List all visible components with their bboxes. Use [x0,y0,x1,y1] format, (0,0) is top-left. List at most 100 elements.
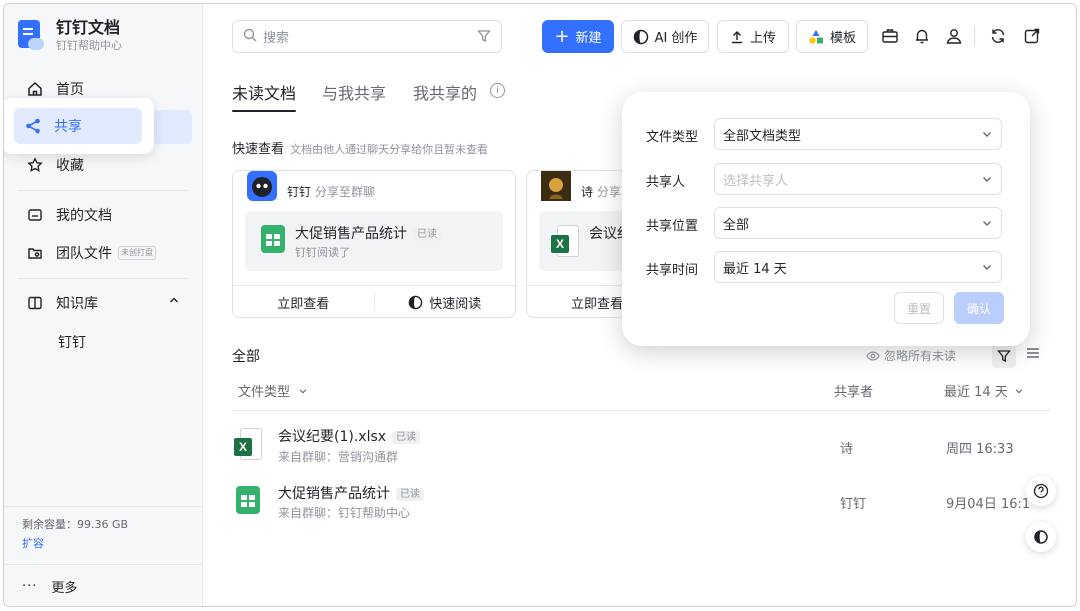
sidebar-divider [4,564,203,565]
filter-icon [997,350,1011,363]
filter-sharer-select[interactable]: 选择共享人 [714,163,1002,195]
sidebar-item-share-highlighted[interactable]: 共享 [14,108,142,144]
sidebar-item-label: 共享 [54,119,82,135]
filter-type-label: 文件类型 [646,130,699,145]
quick-read-icon [408,295,423,310]
more-button[interactable]: ··· 更多 [22,577,77,596]
row-source: 来自群聊：营销沟通群 [278,450,399,464]
read-badge: 已读 [413,228,441,241]
app-window: 钉钉文档 钉钉帮助中心 首页 共享 收藏 我的文档 [3,3,1077,607]
search-icon [243,28,257,46]
toolbar-separator [974,26,975,46]
star-icon [26,156,44,174]
row-file-name: 大促销售产品统计 已读 [278,483,424,503]
filter-type-select[interactable]: 全部文档类型 [714,118,1002,150]
expand-storage-link[interactable]: 扩容 [22,535,44,551]
kb-item-dingtalk[interactable]: 钉钉 [58,332,86,352]
folder-icon [26,206,44,224]
card-file-name: 大促销售产品统计 已读 [295,223,441,243]
filter-sharer-placeholder: 选择共享人 [723,173,789,189]
excel-icon: X [234,428,262,460]
sidebar-item-my-docs[interactable]: 我的文档 [14,198,192,232]
quick-read-label: 快速阅读 [429,297,482,312]
info-icon[interactable]: i [490,83,505,98]
avatar [247,171,277,201]
quick-view-card[interactable]: 钉钉 分享至群聊 大促销售产品统计 已读 钉钉阅读了 立即查看 快速阅读 [232,170,516,318]
tab-unread-docs[interactable]: 未读文档 [232,80,296,104]
ignore-all-unread-button[interactable]: 忽略所有未读 [866,347,956,364]
chevron-down-icon [983,221,991,226]
ai-icon [633,29,649,45]
sidebar-item-knowledge-base[interactable]: 知识库 [14,286,192,320]
share-highlight-callout[interactable]: 共享 [4,98,154,154]
filter-popup: 文件类型 全部文档类型 共享人 选择共享人 共享位置 全部 共享时间 最近 14… [622,92,1030,346]
briefcase-icon[interactable] [880,26,900,46]
sidebar-item-label: 知识库 [56,296,98,312]
sidebar-item-label: 收藏 [56,158,84,174]
ai-create-button[interactable]: AI 创作 [621,20,709,53]
home-icon [26,80,44,98]
filter-toggle-button[interactable] [992,344,1016,368]
chevron-down-icon [983,132,991,137]
filter-location-label: 共享位置 [646,219,699,234]
filter-location-select[interactable]: 全部 [714,207,1002,239]
list-header-divider [232,410,1050,411]
card-actions: 立即查看 快速阅读 [233,285,516,317]
view-now-button[interactable]: 立即查看 [233,286,374,317]
brand[interactable]: 钉钉文档 钉钉帮助中心 [18,18,122,54]
new-button[interactable]: + 新建 [542,20,614,53]
chevron-up-icon[interactable] [168,294,180,310]
bell-icon[interactable] [912,26,932,46]
sidebar-divider [18,190,188,191]
filter-sharer-label: 共享人 [646,175,686,190]
user-icon[interactable] [944,26,964,46]
col-time[interactable]: 最近 14 天 [944,381,1024,400]
template-icon [808,29,824,45]
help-button[interactable] [1026,476,1056,506]
template-button[interactable]: 模板 [796,20,868,53]
plus-icon: + [554,25,570,47]
card-file-title: 大促销售产品统计 [295,226,407,242]
eye-icon [866,350,880,361]
card-file-block[interactable]: 大促销售产品统计 已读 钉钉阅读了 [245,211,503,271]
upload-button[interactable]: 上传 [717,20,789,53]
question-icon [1033,483,1049,499]
spreadsheet-icon [261,225,285,253]
team-files-tag: 未创打盘 [118,246,156,260]
col-sharer[interactable]: 共享者 [834,381,873,400]
filter-type-value: 全部文档类型 [723,128,802,144]
ai-assistant-button[interactable] [1026,522,1056,552]
dingtalk-docs-logo-icon [18,20,46,52]
open-window-icon[interactable] [1022,26,1042,46]
filter-confirm-button[interactable]: 确认 [954,292,1004,324]
team-folder-icon [26,244,44,262]
upload-label: 上传 [749,31,776,46]
read-badge: 已读 [392,431,421,444]
row-source: 来自群聊：钉钉帮助中心 [278,506,411,520]
filter-reset-button[interactable]: 重置 [894,292,944,324]
excel-icon: X [551,225,579,257]
search-input[interactable]: 搜索 [232,20,502,53]
chevron-down-icon [299,389,307,394]
card-share-action: 分享至群聊 [315,185,376,199]
chevron-down-icon [983,265,991,270]
sidebar-item-team-files[interactable]: 团队文件 未创打盘 [14,236,192,270]
tab-shared-with-me[interactable]: 与我共享 [322,80,386,104]
col-file-type[interactable]: 文件类型 [238,381,308,400]
filter-icon[interactable] [477,29,491,47]
quick-read-button[interactable]: 快速阅读 [375,286,516,317]
list-view-icon[interactable] [1026,346,1040,364]
read-badge: 已读 [396,488,424,501]
sidebar-item-label: 我的文档 [56,208,112,224]
chevron-down-icon [1015,389,1023,394]
sync-icon[interactable] [988,26,1008,46]
sidebar-item-label: 团队文件 [56,246,112,262]
tab-shared-by-me[interactable]: 我共享的 [413,80,477,104]
filter-time-select[interactable]: 最近 14 天 [714,251,1002,283]
card-sharer: 钉钉 [287,185,312,199]
row-sharer: 钉钉 [840,497,867,512]
col-file-type-label: 文件类型 [238,385,291,400]
avatar [541,171,571,201]
row-time: 周四 16:33 [946,442,1014,457]
chevron-down-icon [983,177,991,182]
